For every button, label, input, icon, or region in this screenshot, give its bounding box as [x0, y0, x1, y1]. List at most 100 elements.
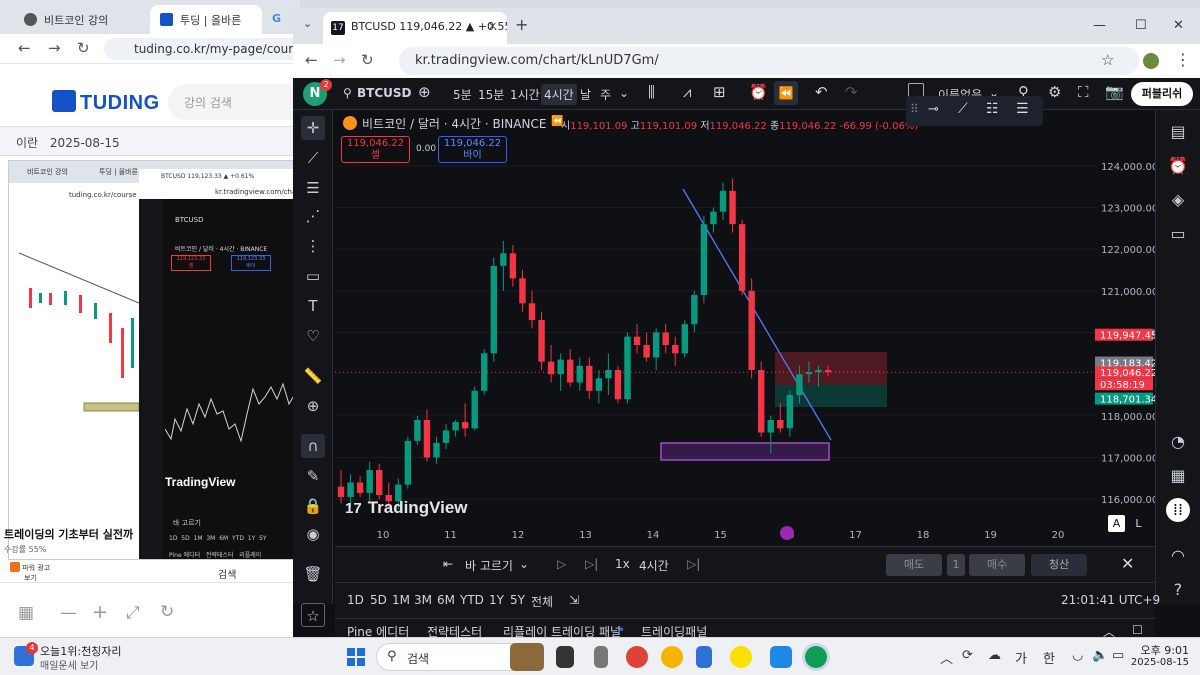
taskbar-time[interactable]: 오후 9:01	[1137, 642, 1189, 658]
url-field[interactable]: kr.tradingview.com/chart/kLnUD7Gm/	[399, 47, 1139, 75]
auto-scale-button[interactable]: A	[1108, 515, 1125, 532]
symbol-search-icon[interactable]: ⚲	[343, 86, 352, 100]
tab-search-icon[interactable]: ⌄	[303, 17, 312, 30]
horizontal-lines-icon[interactable]: ☰	[301, 176, 325, 200]
close-window-icon[interactable]: ✕	[1173, 18, 1184, 33]
drag-handle-icon[interactable]: ⠿	[910, 102, 919, 116]
chrome-icon-1[interactable]	[626, 646, 648, 668]
text-icon[interactable]: T	[301, 294, 325, 318]
replay-close-icon[interactable]: ✕	[1121, 554, 1134, 573]
select-bar-button[interactable]: 바 고르기	[465, 557, 513, 574]
wifi-icon[interactable]: ◡	[1072, 648, 1083, 663]
reload-icon[interactable]: ↻	[77, 39, 90, 57]
timeframe-4h[interactable]: 4시간	[541, 84, 577, 105]
calendar-icon[interactable]: ▦	[1166, 464, 1190, 488]
windows-start-icon[interactable]	[347, 648, 365, 666]
zoom-out-icon[interactable]: —	[60, 603, 77, 623]
tab-close-icon[interactable]: ✕	[488, 20, 497, 33]
undo-icon[interactable]: ↶	[815, 83, 828, 101]
korean-app-icon[interactable]	[770, 646, 792, 668]
candle-type-icon[interactable]: ⫼	[648, 83, 655, 101]
compare-add-icon[interactable]: ⊕	[418, 83, 431, 101]
tray-cloud-icon[interactable]: ☁	[988, 648, 1001, 663]
pattern-icon[interactable]: ⋰	[301, 204, 325, 228]
timeframe-week[interactable]: 주	[600, 86, 611, 103]
alert-clock-icon[interactable]: ⏰	[749, 83, 768, 101]
heart-icon[interactable]: ♡	[301, 324, 325, 348]
grid-icon[interactable]: ▦	[18, 603, 34, 623]
tab-btcusd[interactable]: 17 BTCUSD 119,046.22 ▲ +0.55% ✕	[323, 12, 507, 44]
buy-button[interactable]: 119,046.22 바이	[438, 136, 507, 163]
search-highlight-image[interactable]	[510, 643, 544, 671]
replay-buy-button[interactable]: 매수	[969, 554, 1025, 576]
replay-chevron-icon[interactable]: ⌄	[519, 557, 529, 571]
chart-legend[interactable]: 비트코인 / 달러 · 4시간 · BINANCE	[343, 115, 546, 132]
ruler-icon[interactable]: 📏	[301, 364, 325, 388]
back-url-field[interactable]: tuding.co.kr/my-page/courses?s	[104, 38, 304, 60]
chrome-icon-active[interactable]	[805, 646, 827, 668]
indicators-icon[interactable]: ⩘	[683, 83, 691, 101]
signal-icon[interactable]: ◠	[1166, 544, 1190, 568]
timeframe-5m[interactable]: 5분	[453, 86, 472, 103]
log-scale-button[interactable]: L	[1130, 515, 1147, 532]
forward-arrow-icon[interactable]: →	[48, 39, 61, 57]
parallel-lines-icon[interactable]: ☷	[986, 101, 999, 117]
chart-plot-area[interactable]: 124,000.00 123,000.00 122,000.00 121,000.00…	[335, 110, 1155, 545]
symbol-button[interactable]: BTCUSD	[357, 86, 412, 100]
back-tab-tuding[interactable]: 투딩 | 올바른	[150, 5, 262, 34]
line-tool-icon[interactable]: ⟋	[958, 101, 968, 117]
range-1y[interactable]: 1Y	[489, 593, 504, 607]
ad-area[interactable]: 파워 광고 보기	[10, 562, 50, 583]
battery-icon[interactable]: ▭	[1112, 648, 1124, 663]
chrome-icon-2[interactable]	[661, 646, 683, 668]
apps-grid-icon[interactable]: ⁞⁞	[1166, 498, 1190, 522]
zoom-in-icon[interactable]: +	[92, 601, 108, 623]
ime-mode-1[interactable]: 가	[1015, 648, 1027, 667]
tuding-logo[interactable]: TUDING	[52, 90, 160, 115]
back-tab-course[interactable]: 비트코인 강의	[14, 5, 144, 34]
help-icon[interactable]: ?	[1166, 578, 1190, 602]
expand-icon[interactable]: ⤢	[126, 603, 140, 623]
back-arrow-icon[interactable]: ←	[18, 39, 31, 57]
settings-gear-icon[interactable]: ⚙	[1048, 83, 1061, 101]
timeframe-1h[interactable]: 1시간	[510, 86, 540, 103]
replay-interval[interactable]: 4시간	[639, 557, 669, 574]
rectangle-icon[interactable]: ▭	[301, 264, 325, 288]
select-bar-icon[interactable]: ⇤	[443, 557, 453, 571]
volume-icon[interactable]: 🔈	[1092, 648, 1108, 663]
layout-grid-icon[interactable]: ⊞	[713, 83, 726, 101]
taskbar-date[interactable]: 2025-08-15	[1128, 657, 1189, 668]
eye-icon[interactable]: ◉	[301, 522, 325, 546]
course-search-input[interactable]: 강의 검색	[168, 84, 308, 120]
multi-lines-icon[interactable]: ☰	[1016, 101, 1029, 117]
forward-arrow-icon[interactable]: →	[333, 51, 346, 69]
range-5y[interactable]: 5Y	[510, 593, 525, 607]
range-6m[interactable]: 6M	[437, 593, 455, 607]
lesson-screenshot-thumbnail[interactable]: 비트코인 강의 투딩 | 올바른 tuding.co.kr/course BTC…	[8, 160, 300, 560]
range-1d[interactable]: 1D	[347, 593, 364, 607]
timeframe-15m[interactable]: 15분	[478, 86, 504, 103]
zoom-icon[interactable]: ⊕	[301, 394, 325, 418]
chat-icon[interactable]: ▭	[1166, 222, 1190, 246]
tray-sync-icon[interactable]: ⟳	[962, 648, 973, 663]
kakaotalk-icon[interactable]	[730, 646, 752, 668]
jump-to-realtime-icon[interactable]: ▷|	[687, 557, 700, 571]
layers-icon[interactable]: ◈	[1166, 188, 1190, 212]
favorites-star-icon[interactable]: ☆	[301, 603, 325, 627]
chevron-down-icon[interactable]: ⌄	[619, 86, 629, 100]
bookmark-star-icon[interactable]: ☆	[1101, 51, 1114, 69]
crosshair-icon[interactable]: ✛	[301, 116, 325, 140]
range-all[interactable]: 전체	[531, 593, 553, 610]
notepad-icon[interactable]	[696, 646, 712, 668]
task-view-icon[interactable]	[556, 646, 574, 668]
replay-qty[interactable]: 1	[947, 554, 965, 576]
trend-line-icon[interactable]: ⟋	[301, 146, 325, 170]
range-ytd[interactable]: YTD	[460, 593, 484, 607]
magnet-icon[interactable]: ∩	[301, 434, 325, 458]
camera-icon[interactable]: 📷	[1105, 83, 1124, 101]
goto-date-icon[interactable]: ⇲	[569, 593, 579, 607]
back-arrow-icon[interactable]: ←	[305, 51, 318, 69]
drawing-edit-icon[interactable]: ✎	[301, 464, 325, 488]
sell-button[interactable]: 119,046.22 셀	[341, 136, 410, 163]
ime-mode-2[interactable]: 한	[1043, 648, 1055, 667]
